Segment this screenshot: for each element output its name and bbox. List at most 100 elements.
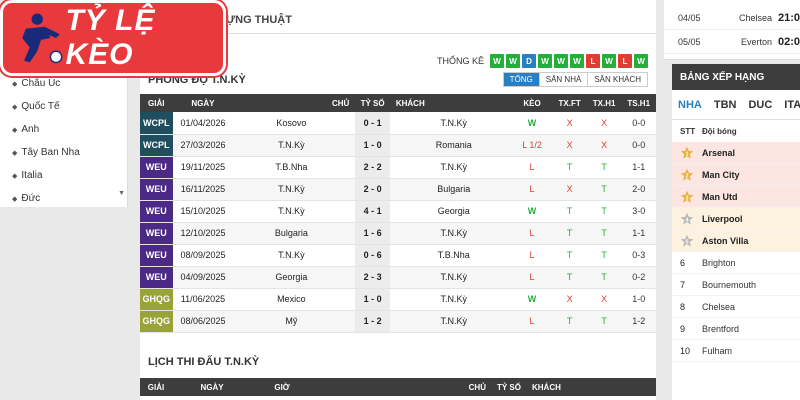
match-score[interactable]: 1 - 0 <box>355 134 390 157</box>
standings-row[interactable]: 8 Chelsea <box>672 296 800 318</box>
match-date: 11/06/2025 <box>172 288 234 311</box>
sidebar-item[interactable]: ◆ Anh <box>0 118 127 141</box>
table-row[interactable]: WEU 15/10/2025 T.N.Kỳ 4 - 1 Georgia W T T 3-0 <box>140 200 656 223</box>
league-badge[interactable]: WEU <box>140 200 173 223</box>
league-badge[interactable]: WCPL <box>140 112 173 135</box>
over-under-h1: T <box>586 222 622 245</box>
home-team[interactable]: Bulgaria <box>233 222 356 245</box>
result-badge: L <box>586 54 600 68</box>
away-team[interactable]: T.N.Kỳ <box>389 112 512 135</box>
filter-tab[interactable]: SÂN NHÀ <box>538 73 588 86</box>
team-name[interactable]: Chelsea <box>702 302 735 312</box>
table-row[interactable]: WEU 19/11/2025 T.B.Nha 2 - 2 T.N.Kỳ L T T 1-1 <box>140 156 656 179</box>
team-name[interactable]: Arsenal <box>702 148 735 158</box>
rank-position: 8 <box>680 301 686 312</box>
team-name[interactable]: Man City <box>702 170 740 180</box>
sidebar-item[interactable]: ◆ Tây Ban Nha <box>0 141 127 164</box>
standings-row[interactable]: 1 Arsenal <box>672 142 800 164</box>
match-score[interactable]: 0 - 1 <box>355 112 390 135</box>
standings-row[interactable]: 6 Brighton <box>672 252 800 274</box>
table-row[interactable]: GHQG 11/06/2025 Mexico 1 - 0 T.N.Kỳ W X X 1-0 <box>140 288 656 311</box>
home-team[interactable]: Mexico <box>233 288 356 311</box>
team-name[interactable]: Brentford <box>702 324 739 334</box>
halftime-score: 2-0 <box>621 178 656 201</box>
home-team[interactable]: Kosovo <box>233 112 356 135</box>
over-under-h1: T <box>586 310 622 333</box>
away-team[interactable]: Georgia <box>389 200 512 223</box>
sidebar-item[interactable]: ◆ Đức <box>0 187 127 210</box>
home-team[interactable]: T.N.Kỳ <box>233 178 356 201</box>
match-score[interactable]: 2 - 0 <box>355 178 390 201</box>
home-team[interactable]: Georgia <box>233 266 356 289</box>
standings-tab[interactable]: ITA <box>778 99 800 111</box>
team-name[interactable]: Bournemouth <box>702 280 756 290</box>
away-team[interactable]: T.N.Kỳ <box>389 222 512 245</box>
table-row[interactable]: WEU 12/10/2025 Bulgaria 1 - 6 T.N.Kỳ L T T 1-1 <box>140 222 656 245</box>
league-badge[interactable]: WEU <box>140 156 173 179</box>
site-logo[interactable]: TỶ LỆ KÈO <box>0 0 226 76</box>
match-score[interactable]: 2 - 2 <box>355 156 390 179</box>
column-header: GIẢI <box>140 378 172 396</box>
match-score[interactable]: 1 - 6 <box>355 222 390 245</box>
standings-row[interactable]: 10 Fulham <box>672 340 800 362</box>
standings-header: STT Đội bóng <box>672 120 800 142</box>
league-badge[interactable]: WEU <box>140 178 173 201</box>
table-row[interactable]: WCPL 01/04/2026 Kosovo 0 - 1 T.N.Kỳ W X X 0-0 <box>140 112 656 135</box>
match-score[interactable]: 1 - 2 <box>355 310 390 333</box>
column-header: CHỦ <box>233 94 356 112</box>
away-team[interactable]: Romania <box>389 134 512 157</box>
league-badge[interactable]: WEU <box>140 266 173 289</box>
team-name[interactable]: Aston Villa <box>702 236 748 246</box>
standings-row[interactable]: 4 Liverpool <box>672 208 800 230</box>
league-badge[interactable]: GHQG <box>140 288 173 311</box>
table-row[interactable]: WCPL 27/03/2026 T.N.Kỳ 1 - 0 Romania L 1/2 X X 0… <box>140 134 656 157</box>
standings-row[interactable]: 5 Aston Villa <box>672 230 800 252</box>
match-score[interactable]: 0 - 6 <box>355 244 390 267</box>
standings-row[interactable]: 9 Brentford <box>672 318 800 340</box>
match-date: 04/05 <box>678 12 701 23</box>
away-team[interactable]: Bulgaria <box>389 178 512 201</box>
upcoming-match[interactable]: 04/05 Chelsea 21:0 <box>664 6 800 30</box>
filter-tab[interactable]: SÂN KHÁCH <box>587 73 647 86</box>
match-score[interactable]: 1 - 0 <box>355 288 390 311</box>
standings-tab[interactable]: NHA <box>672 99 708 111</box>
match-score[interactable]: 2 - 3 <box>355 266 390 289</box>
home-team[interactable]: T.N.Kỳ <box>233 244 356 267</box>
away-team[interactable]: T.N.Kỳ <box>389 310 512 333</box>
away-team[interactable]: T.B.Nha <box>389 244 512 267</box>
standings-row[interactable]: 3 Man Utd <box>672 186 800 208</box>
away-team[interactable]: T.N.Kỳ <box>389 266 512 289</box>
home-team[interactable]: Mỹ <box>233 310 356 333</box>
home-team[interactable]: T.N.Kỳ <box>233 134 356 157</box>
standings-tab[interactable]: TBN <box>708 99 743 111</box>
filter-tab[interactable]: TỔNG <box>503 73 539 86</box>
scroll-down-icon[interactable]: ▼ <box>118 190 125 197</box>
team-name[interactable]: Fulham <box>702 346 732 356</box>
standings-row[interactable]: 7 Bournemouth <box>672 274 800 296</box>
team-name[interactable]: Man Utd <box>702 192 738 202</box>
sidebar-item[interactable]: ◆ Quốc Tế <box>0 95 127 118</box>
league-badge[interactable]: GHQG <box>140 310 173 333</box>
table-row[interactable]: GHQG 08/06/2025 Mỹ 1 - 2 T.N.Kỳ L T T 1-2 <box>140 310 656 333</box>
team-name[interactable]: Brighton <box>702 258 736 268</box>
upcoming-match[interactable]: 05/05 Everton 02:0 <box>664 30 800 54</box>
team-name[interactable]: Liverpool <box>702 214 743 224</box>
home-team[interactable]: T.B.Nha <box>233 156 356 179</box>
league-badge[interactable]: WEU <box>140 244 173 267</box>
column-header: TỶ SỐ <box>492 378 526 396</box>
col-pos: STT <box>680 126 696 136</box>
match-score[interactable]: 4 - 1 <box>355 200 390 223</box>
table-row[interactable]: WEU 04/09/2025 Georgia 2 - 3 T.N.Kỳ L T T 0-2 <box>140 266 656 289</box>
result-badge: W <box>634 54 648 68</box>
standings-row[interactable]: 2 Man City <box>672 164 800 186</box>
away-team[interactable]: T.N.Kỳ <box>389 156 512 179</box>
away-team[interactable]: T.N.Kỳ <box>389 288 512 311</box>
home-team[interactable]: T.N.Kỳ <box>233 200 356 223</box>
league-badge[interactable]: WCPL <box>140 134 173 157</box>
standings-title: BẢNG XẾP HẠNG <box>672 64 800 90</box>
league-badge[interactable]: WEU <box>140 222 173 245</box>
table-row[interactable]: WEU 16/11/2025 T.N.Kỳ 2 - 0 Bulgaria L X T 2-0 <box>140 178 656 201</box>
sidebar-item[interactable]: ◆ Italia <box>0 164 127 187</box>
standings-tab[interactable]: DUC <box>742 99 778 111</box>
table-row[interactable]: WEU 08/09/2025 T.N.Kỳ 0 - 6 T.B.Nha L T T 0-3 <box>140 244 656 267</box>
